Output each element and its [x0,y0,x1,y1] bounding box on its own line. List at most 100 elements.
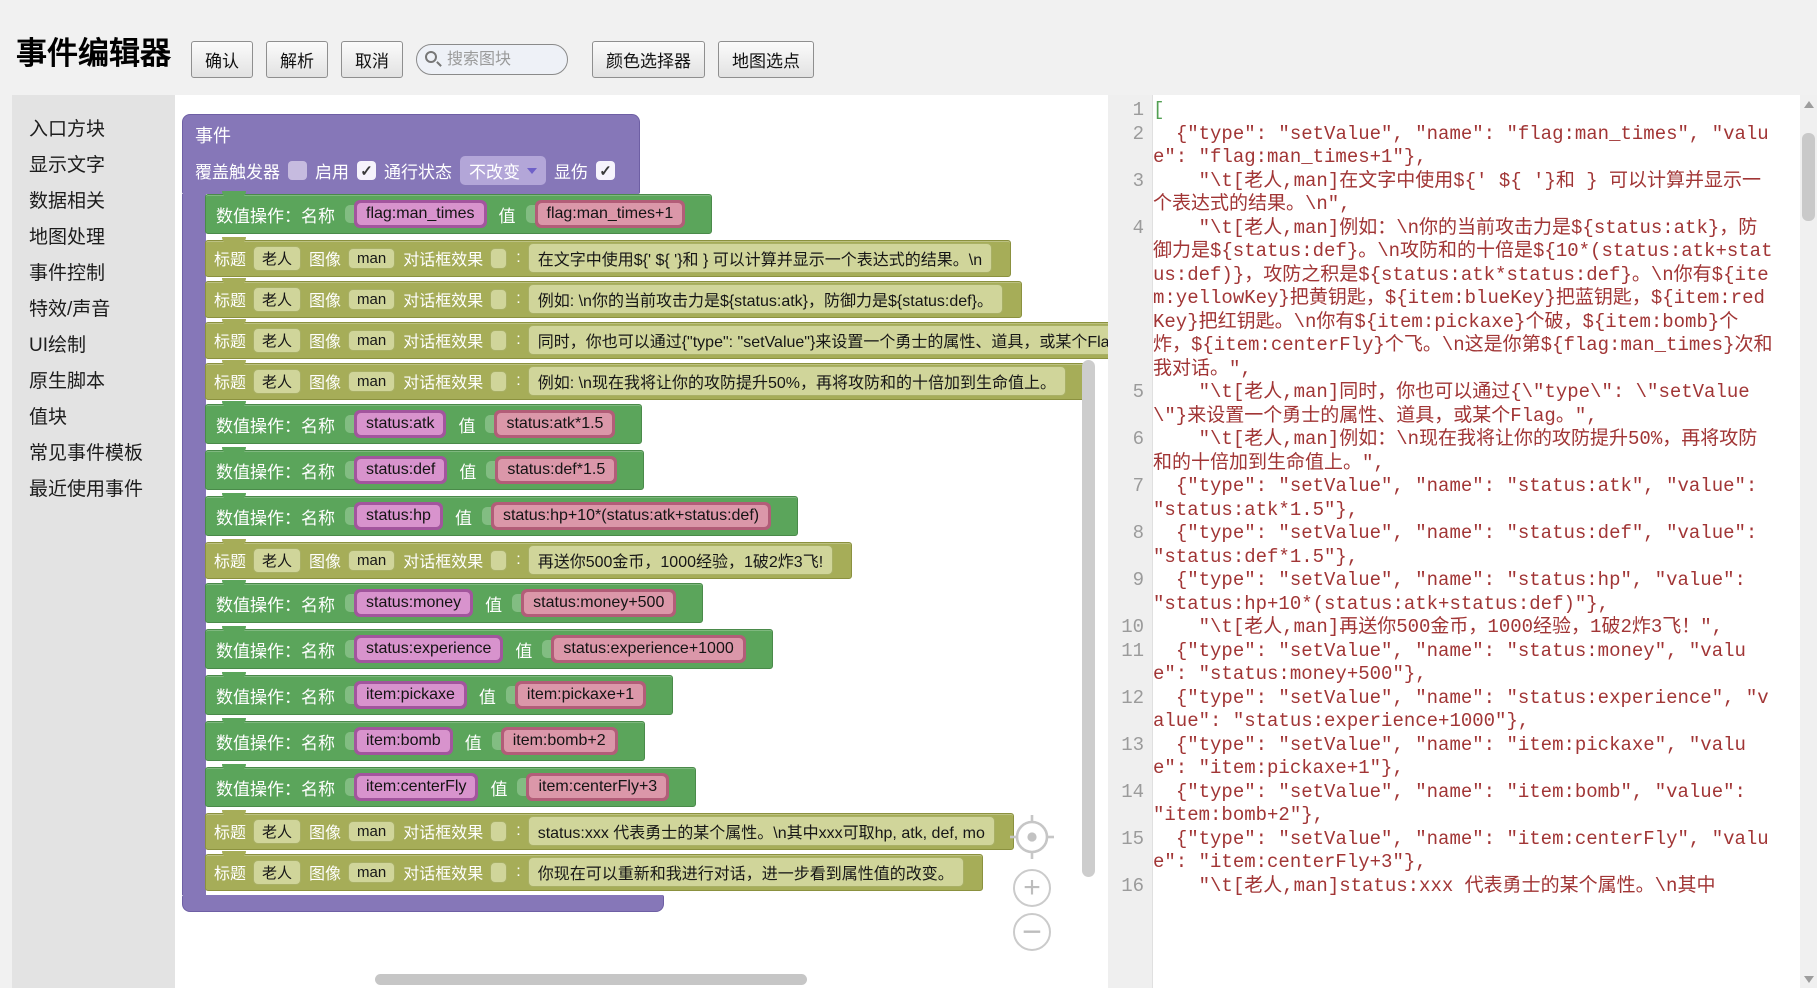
image-field[interactable]: man [348,248,395,269]
text-block[interactable]: 标题 老人 图像 man 对话框效果 : status:xxx 代表勇士的某个属… [205,813,1014,850]
name-field[interactable]: item:bomb [354,727,453,755]
image-field[interactable]: man [348,330,395,351]
event-block-footer[interactable] [182,895,664,912]
title-field[interactable]: 老人 [253,328,301,353]
text-block[interactable]: 标题 老人 图像 man 对话框效果 : 例如: \n现在我将让你的攻防提升50… [205,363,1085,400]
setvalue-block[interactable]: 数值操作：名称 status:atk 值 status:atk*1.5 [205,404,642,444]
sidebar-item-effects-sound[interactable]: 特效/声音 [12,292,175,328]
dialog-effect-field[interactable] [490,862,507,883]
dialog-effect-field[interactable] [490,330,507,351]
title-field[interactable]: 老人 [253,548,301,573]
value-field[interactable]: item:pickaxe+1 [515,681,646,709]
value-field[interactable]: status:hp+10*(status:atk+status:def) [491,502,771,530]
pass-state-dropdown[interactable]: 不改变 [460,156,546,185]
name-field[interactable]: status:def [354,456,447,484]
value-field[interactable]: item:centerFly+3 [526,773,669,801]
text-field[interactable]: 例如: \n你的当前攻击力是${status:atk}，防御力是${status… [528,284,1003,314]
sidebar-item-common-templates[interactable]: 常见事件模板 [12,436,175,472]
setvalue-block[interactable]: 数值操作：名称 status:money 值 status:money+500 [205,583,703,623]
sidebar-item-native-script[interactable]: 原生脚本 [12,364,175,400]
text-field[interactable]: 例如: \n现在我将让你的攻防提升50%，再将攻防和的十倍加到生命值上。 [528,366,1066,396]
display-damage-label: 显伤 [554,158,588,183]
image-field[interactable]: man [348,821,395,842]
parse-button[interactable]: 解析 [266,41,328,78]
title-field[interactable]: 老人 [253,819,301,844]
text-block[interactable]: 标题 老人 图像 man 对话框效果 : 再送你500金币，1000经验，1破2… [205,542,852,579]
override-trigger-checkbox[interactable] [288,161,307,180]
map-pick-button[interactable]: 地图选点 [718,41,814,78]
scrollbar-thumb[interactable] [1802,133,1815,221]
dialog-effect-field[interactable] [490,248,507,269]
setvalue-block[interactable]: 数值操作：名称 status:hp 值 status:hp+10*(status… [205,496,798,536]
name-field[interactable]: flag:man_times [354,200,487,228]
image-field[interactable]: man [348,289,395,310]
cancel-button[interactable]: 取消 [341,41,403,78]
text-field[interactable]: 在文字中使用${' ${ '}和 } 可以计算并显示一个表达式的结果。\n [528,243,992,273]
sidebar-item-data-related[interactable]: 数据相关 [12,184,175,220]
code-line: 3 "\t[老人,man]在文字中使用${' ${ '}和 } 可以计算并显示一… [1108,170,1800,217]
event-block[interactable]: 事件 覆盖触发器 启用 ✓ 通行状态 不改变 显伤 ✓ 数值操作：名称 flag… [182,114,1108,912]
value-field[interactable]: flag:man_times+1 [535,200,686,228]
dialog-effect-field[interactable] [490,821,507,842]
text-block[interactable]: 标题 老人 图像 man 对话框效果 : 例如: \n你的当前攻击力是${sta… [205,281,1022,318]
value-field[interactable]: status:experience+1000 [551,635,745,663]
title-field[interactable]: 老人 [253,246,301,271]
text-block[interactable]: 标题 老人 图像 man 对话框效果 : 同时，你也可以通过{"type": "… [205,322,1108,359]
search-input[interactable] [416,44,568,75]
text-field[interactable]: 同时，你也可以通过{"type": "setValue"}来设置一个勇士的属性、… [528,325,1108,355]
color-picker-button[interactable]: 颜色选择器 [592,41,705,78]
sidebar-item-recent-events[interactable]: 最近使用事件 [12,472,175,508]
name-field[interactable]: status:atk [354,410,446,438]
blockly-workspace[interactable]: 事件 覆盖触发器 启用 ✓ 通行状态 不改变 显伤 ✓ 数值操作：名称 flag… [175,95,1108,988]
title-field[interactable]: 老人 [253,369,301,394]
toolbar-buttons: 确认 解析 取消 颜色选择器 地图选点 [191,41,827,78]
confirm-button[interactable]: 确认 [191,41,253,78]
zoom-out-button[interactable]: − [1013,913,1051,951]
image-field[interactable]: man [348,862,395,883]
dialog-effect-field[interactable] [490,371,507,392]
dialog-effect-field[interactable] [490,550,507,571]
text-block[interactable]: 标题 老人 图像 man 对话框效果 : 你现在可以重新和我进行对话，进一步看到… [205,854,983,891]
text-block[interactable]: 标题 老人 图像 man 对话框效果 : 在文字中使用${' ${ '}和 } … [205,240,1011,277]
scroll-down-button[interactable] [1800,970,1817,988]
pass-state-label: 通行状态 [384,158,452,183]
setvalue-block[interactable]: 数值操作：名称 status:experience 值 status:exper… [205,629,773,669]
text-field[interactable]: 你现在可以重新和我进行对话，进一步看到属性值的改变。 [528,857,964,887]
name-field[interactable]: status:experience [354,635,503,663]
sidebar-item-event-control[interactable]: 事件控制 [12,256,175,292]
name-field[interactable]: item:pickaxe [354,681,467,709]
enabled-checkbox[interactable]: ✓ [357,161,376,180]
image-field[interactable]: man [348,550,395,571]
setvalue-block[interactable]: 数值操作：名称 status:def 值 status:def*1.5 [205,450,644,490]
display-damage-checkbox[interactable]: ✓ [596,161,615,180]
name-field[interactable]: status:hp [354,502,443,530]
setvalue-block[interactable]: 数值操作：名称 item:bomb 值 item:bomb+2 [205,721,645,761]
sidebar-item-value-blocks[interactable]: 值块 [12,400,175,436]
value-field[interactable]: status:def*1.5 [495,456,617,484]
setvalue-block[interactable]: 数值操作：名称 item:pickaxe 值 item:pickaxe+1 [205,675,673,715]
sidebar-item-ui-draw[interactable]: UI绘制 [12,328,175,364]
setvalue-block[interactable]: 数值操作：名称 item:centerFly 值 item:centerFly+… [205,767,696,807]
sidebar-item-map-handling[interactable]: 地图处理 [12,220,175,256]
sidebar-item-show-text[interactable]: 显示文字 [12,148,175,184]
workspace-vertical-scrollbar[interactable] [1082,360,1095,877]
scroll-up-button[interactable] [1800,95,1817,113]
recenter-crosshair-icon[interactable] [1006,811,1058,863]
json-code-editor[interactable]: 1[ 2 {"type": "setValue", "name": "flag:… [1108,95,1800,988]
image-field[interactable]: man [348,371,395,392]
setvalue-block[interactable]: 数值操作：名称 flag:man_times 值 flag:man_times+… [205,194,712,234]
name-field[interactable]: item:centerFly [354,773,478,801]
name-field[interactable]: status:money [354,589,473,617]
workspace-horizontal-scrollbar[interactable] [375,974,807,985]
value-field[interactable]: status:atk*1.5 [494,410,615,438]
zoom-in-button[interactable]: + [1013,869,1051,907]
event-block-header[interactable]: 事件 覆盖触发器 启用 ✓ 通行状态 不改变 显伤 ✓ [182,114,640,194]
title-field[interactable]: 老人 [253,860,301,885]
value-field[interactable]: item:bomb+2 [501,727,618,755]
sidebar-item-entry-blocks[interactable]: 入口方块 [12,95,175,148]
text-field[interactable]: 再送你500金币，1000经验，1破2炸3飞! [528,545,833,575]
dialog-effect-field[interactable] [490,289,507,310]
text-field[interactable]: status:xxx 代表勇士的某个属性。\n其中xxx可取hp, atk, d… [528,816,995,846]
value-field[interactable]: status:money+500 [521,589,676,617]
title-field[interactable]: 老人 [253,287,301,312]
